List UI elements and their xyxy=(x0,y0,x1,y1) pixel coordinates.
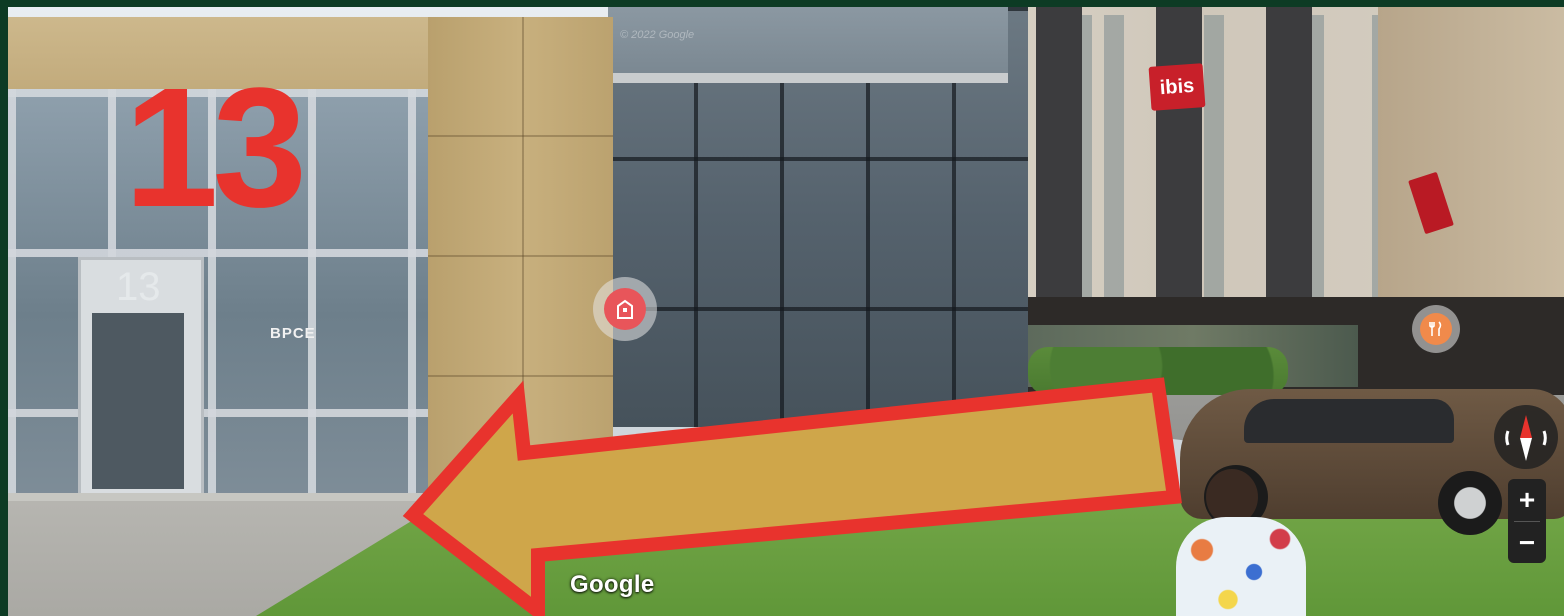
direction-arrow xyxy=(402,377,1182,616)
zoom-in-button[interactable]: + xyxy=(1508,479,1546,521)
zoom-control: + − xyxy=(1508,479,1546,563)
building-marker-badge xyxy=(604,288,646,330)
zoom-out-button[interactable]: − xyxy=(1508,522,1546,563)
building-marker[interactable] xyxy=(593,277,657,341)
compass-icon xyxy=(1505,415,1547,461)
fork-knife-icon xyxy=(1429,321,1442,336)
google-logo: Google xyxy=(570,571,655,598)
restaurant-marker-badge xyxy=(1420,313,1452,345)
app-frame: ibis © 2022 Google 13 BPCE 13 + − Google xyxy=(0,0,1564,616)
street-view-panorama[interactable]: ibis © 2022 Google 13 BPCE 13 + − Google xyxy=(8,7,1564,616)
direction-arrow-overlay xyxy=(402,377,1182,616)
restaurant-marker[interactable] xyxy=(1412,305,1460,353)
building-icon xyxy=(617,299,633,319)
compass-control[interactable] xyxy=(1494,405,1558,469)
